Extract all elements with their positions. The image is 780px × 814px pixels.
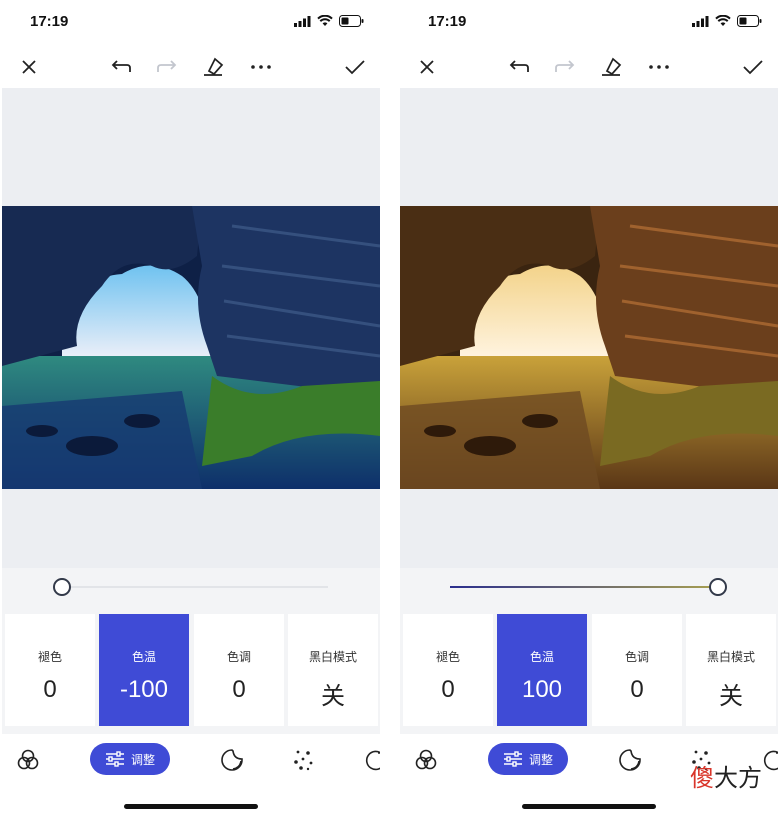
canvas-area	[2, 88, 380, 568]
signal-icon	[294, 15, 311, 27]
adjust-cards: 褪色 0 色温 100 色调 0 黑白模式 关	[400, 610, 778, 734]
card-bw-mode[interactable]: 黑白模式 关	[686, 614, 776, 726]
eraser-icon	[204, 57, 224, 76]
confirm-button[interactable]	[342, 54, 368, 80]
wifi-icon	[317, 15, 333, 26]
eraser-button[interactable]	[200, 54, 226, 80]
more-button[interactable]	[248, 54, 274, 80]
filters-icon[interactable]	[16, 748, 40, 772]
filters-icon[interactable]	[414, 748, 438, 772]
card-tint[interactable]: 色调 0	[194, 614, 284, 726]
close-button[interactable]	[414, 54, 440, 80]
card-value: 0	[232, 676, 246, 703]
more-button[interactable]	[646, 54, 672, 80]
eraser-icon	[602, 57, 622, 76]
adjust-icon	[105, 751, 124, 767]
slider-track[interactable]	[450, 586, 718, 588]
card-label: 色温	[529, 650, 554, 664]
more-icon	[649, 65, 669, 69]
card-value: 0	[43, 676, 57, 703]
status-icons	[692, 15, 762, 27]
adjust-cards: 褪色 0 色温 -100 色调 0 黑白模式 关	[2, 610, 380, 734]
canvas-area	[400, 88, 778, 568]
card-bw-mode[interactable]: 黑白模式 关	[288, 614, 378, 726]
slider-knob[interactable]	[53, 578, 71, 596]
eraser-button[interactable]	[598, 54, 624, 80]
card-label: 色调	[226, 650, 251, 664]
card-tint[interactable]: 色调 0	[592, 614, 682, 726]
bottom-bar: 调整	[2, 734, 380, 786]
photo-preview-cool[interactable]	[2, 206, 380, 489]
sticker-icon[interactable]	[220, 748, 244, 772]
status-time: 17:19	[428, 13, 467, 30]
toolbar	[400, 46, 778, 88]
card-value: 0	[630, 676, 644, 703]
status-time: 17:19	[30, 13, 69, 30]
home-indicator	[124, 804, 258, 809]
more-icon	[251, 65, 271, 69]
signal-icon	[692, 15, 709, 27]
wifi-icon	[715, 15, 731, 26]
card-value: 关	[719, 683, 743, 710]
adjust-tab-button[interactable]: 调整	[488, 743, 568, 775]
rotate-icon[interactable]	[762, 748, 778, 772]
card-temperature[interactable]: 色温 -100	[99, 614, 189, 726]
card-label: 色温	[131, 650, 156, 664]
redo-icon	[157, 60, 177, 72]
undo-button[interactable]	[506, 54, 532, 80]
sticker-icon[interactable]	[618, 748, 642, 772]
editor-panel-left: 17:19 褪色 0 色温 -100 色调 0 黑白模式 关 调整	[2, 0, 380, 814]
slider-knob[interactable]	[709, 578, 727, 596]
card-fade[interactable]: 褪色 0	[403, 614, 493, 726]
slider-area	[400, 568, 778, 610]
check-icon	[345, 59, 365, 74]
card-fade[interactable]: 褪色 0	[5, 614, 95, 726]
adjust-tab-button[interactable]: 调整	[90, 743, 170, 775]
slider-area	[2, 568, 380, 610]
slider-track[interactable]	[60, 586, 328, 588]
card-label: 黑白模式	[308, 650, 357, 664]
adjust-icon	[503, 751, 522, 767]
undo-icon	[509, 60, 529, 72]
redo-button[interactable]	[154, 54, 180, 80]
home-indicator	[522, 804, 656, 809]
adjust-tab-label: 调整	[130, 752, 155, 767]
dots-icon[interactable]	[292, 748, 316, 772]
card-label: 色调	[624, 650, 649, 664]
undo-icon	[111, 60, 131, 72]
status-bar: 17:19	[2, 0, 380, 44]
redo-icon	[555, 60, 575, 72]
watermark-rest: 大方	[714, 765, 762, 792]
close-icon	[22, 60, 36, 74]
card-value: 0	[441, 676, 455, 703]
card-label: 褪色	[435, 650, 460, 664]
check-icon	[743, 59, 763, 74]
editor-panel-right: 17:19 褪色 0 色温 100 色调 0 黑白模式 关 调整	[400, 0, 778, 814]
status-bar: 17:19	[400, 0, 778, 44]
photo-preview-warm[interactable]	[400, 206, 778, 489]
card-label: 褪色	[37, 650, 62, 664]
battery-icon	[737, 15, 762, 27]
card-value: -100	[119, 676, 169, 703]
card-label: 黑白模式	[706, 650, 755, 664]
card-value: 关	[321, 683, 345, 710]
toolbar	[2, 46, 380, 88]
watermark-first-char: 傻	[690, 765, 714, 792]
battery-icon	[339, 15, 364, 27]
adjust-tab-label: 调整	[528, 752, 553, 767]
confirm-button[interactable]	[740, 54, 766, 80]
undo-button[interactable]	[108, 54, 134, 80]
card-value: 100	[521, 676, 563, 703]
watermark: 傻大方	[690, 758, 762, 793]
redo-button[interactable]	[552, 54, 578, 80]
card-temperature[interactable]: 色温 100	[497, 614, 587, 726]
rotate-icon[interactable]	[364, 748, 380, 772]
close-button[interactable]	[16, 54, 42, 80]
close-icon	[420, 60, 434, 74]
status-icons	[294, 15, 364, 27]
